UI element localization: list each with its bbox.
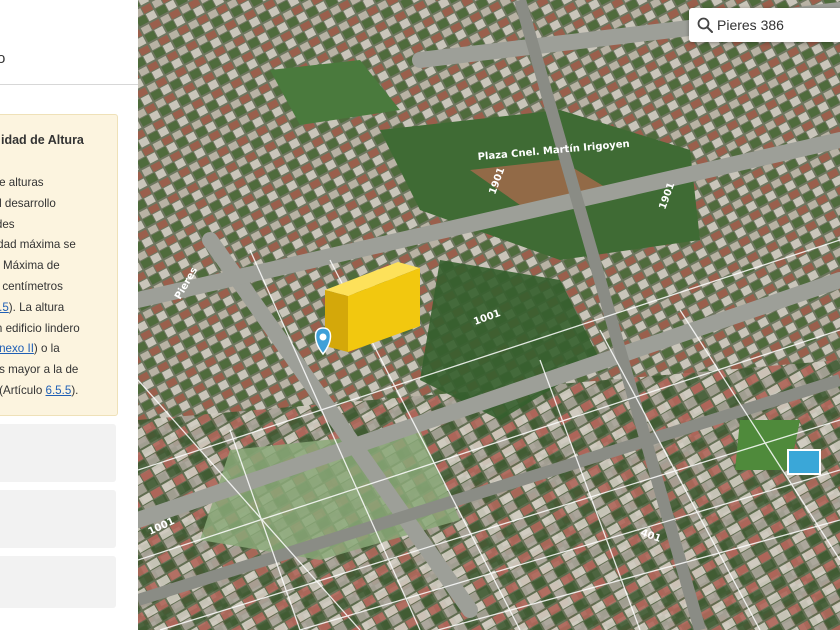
info-text: d de alturas bbox=[0, 176, 44, 189]
info-line: dades bbox=[0, 215, 80, 236]
info-text: ad (Artículo bbox=[0, 383, 43, 397]
info-text: bilidad máxima se bbox=[0, 238, 76, 252]
info-line: nta centímetros bbox=[0, 277, 80, 298]
info-text: ) o la bbox=[33, 342, 60, 356]
search-icon[interactable] bbox=[697, 17, 713, 33]
side-panel: o idad de Altura d de alturas a el desarr… bbox=[0, 0, 139, 630]
panel-header: o bbox=[0, 0, 138, 85]
article-link[interactable]: s Anexo II bbox=[0, 342, 34, 355]
info-line: gún edificio lindero bbox=[0, 319, 80, 340]
info-text: o es mayor a la de bbox=[0, 363, 79, 377]
map-view[interactable]: Pieres 1001 1001 401 1901 1901 Plaza Cne… bbox=[138, 0, 840, 630]
collapsed-section-3[interactable] bbox=[0, 556, 116, 608]
info-line: a el desarrollo bbox=[0, 194, 80, 215]
info-line: 6.2.5). La altura bbox=[0, 298, 80, 319]
info-text: a el desarrollo bbox=[0, 196, 56, 210]
info-line: o es mayor a la de bbox=[0, 360, 80, 381]
height-info-card: idad de Altura d de alturas a el desarrol… bbox=[0, 114, 118, 416]
collapsed-section-2[interactable] bbox=[0, 490, 116, 548]
info-text: dades bbox=[0, 217, 15, 231]
info-line: d de alturas bbox=[0, 173, 80, 194]
info-text: ). bbox=[71, 383, 79, 397]
info-text: ura Máxima de bbox=[0, 259, 60, 273]
info-card-title: idad de Altura bbox=[1, 133, 84, 147]
satellite-map[interactable]: Pieres 1001 1001 401 1901 1901 Plaza Cne… bbox=[138, 0, 840, 630]
info-line: bilidad máxima se bbox=[0, 235, 80, 256]
info-text: ). La altura bbox=[8, 300, 65, 314]
article-link[interactable]: 6.5.5 bbox=[46, 384, 72, 397]
info-card-text: d de alturas a el desarrollo dades bilidad … bbox=[0, 173, 80, 402]
info-text: nta centímetros bbox=[0, 279, 63, 293]
search-box[interactable] bbox=[689, 8, 840, 42]
article-link[interactable]: 6.2.5 bbox=[0, 301, 9, 314]
info-text: gún edificio lindero bbox=[0, 321, 80, 335]
info-line: ad (Artículo 6.5.5). bbox=[0, 381, 80, 402]
search-input[interactable] bbox=[717, 16, 835, 34]
panel-header-title: o bbox=[0, 50, 5, 67]
collapsed-section-1[interactable] bbox=[0, 424, 116, 482]
info-line: s Anexo II) o la bbox=[0, 339, 80, 360]
info-line: ura Máxima de bbox=[0, 256, 80, 277]
